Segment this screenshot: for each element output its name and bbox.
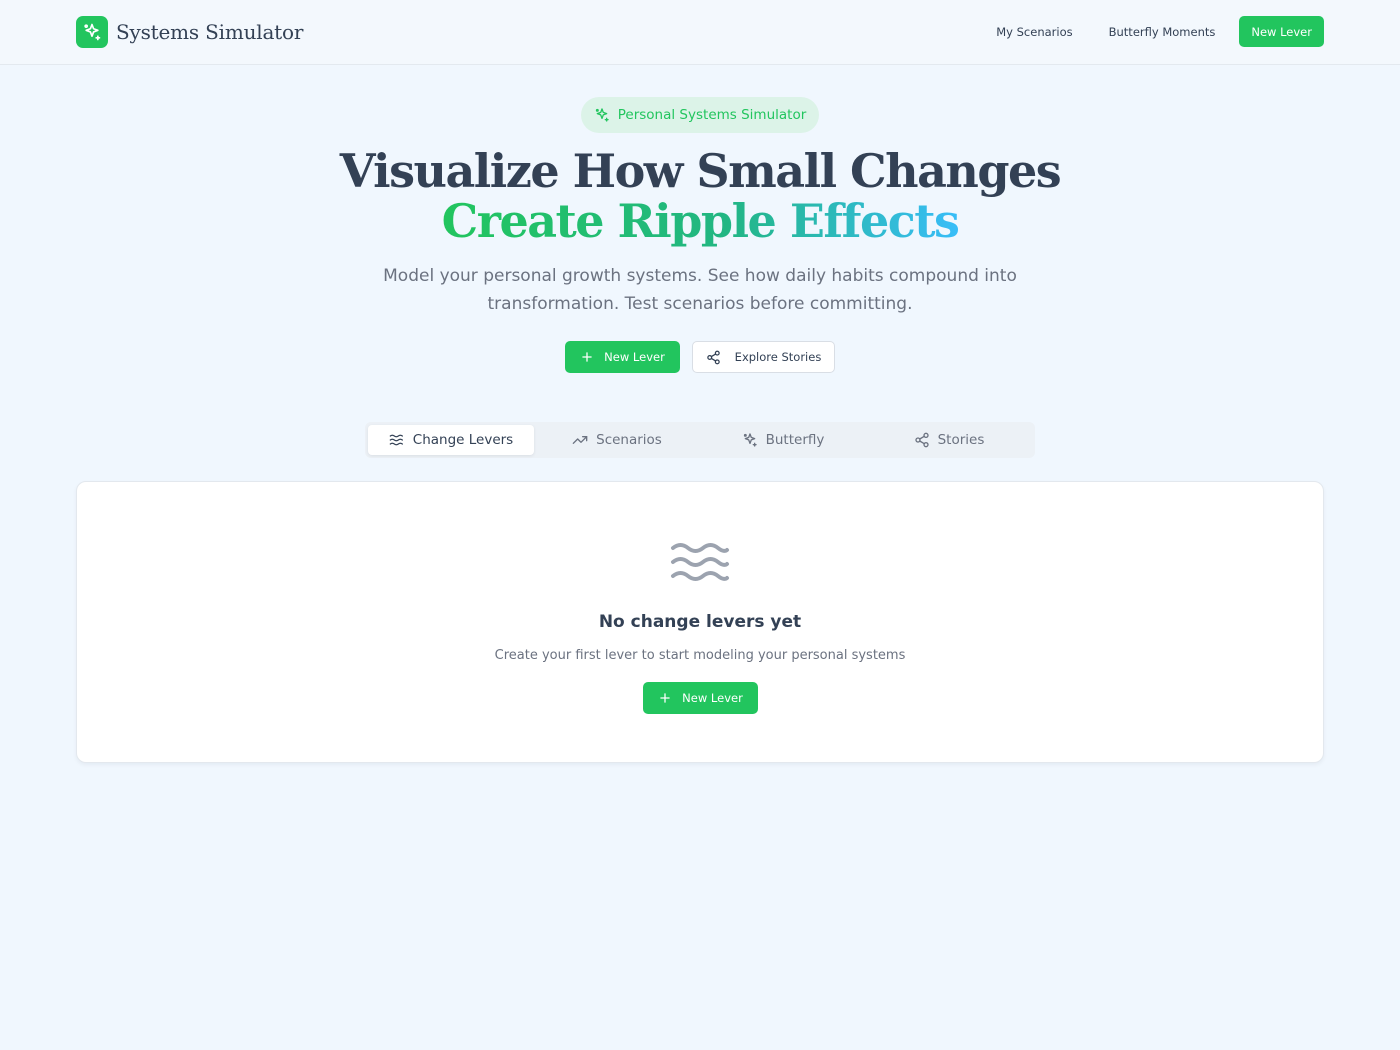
tab-butterfly[interactable]: Butterfly <box>700 425 866 455</box>
plus-icon <box>660 693 670 703</box>
hero-new-lever-button[interactable]: New Lever <box>565 341 680 373</box>
empty-state-new-lever-button[interactable]: New Lever <box>643 682 758 714</box>
hero-badge-label: Personal Systems Simulator <box>617 107 807 123</box>
hero-subtitle: Model your personal growth systems. See … <box>383 266 1017 314</box>
sparkles-icon <box>595 108 609 122</box>
empty-state-new-lever-label: New Lever <box>682 691 743 705</box>
hero-title: Visualize How Small Changes Create Rippl… <box>0 146 1400 246</box>
tab-scenarios[interactable]: Scenarios <box>534 425 700 455</box>
trending-up-icon <box>572 436 588 444</box>
header-nav: My Scenarios Butterfly Moments New Lever <box>978 16 1324 47</box>
share-icon <box>914 432 929 448</box>
hero-new-lever-label: New Lever <box>604 350 665 364</box>
brand[interactable]: Systems Simulator <box>76 16 303 48</box>
explore-stories-label: Explore Stories <box>734 350 822 364</box>
tab-change-levers-label: Change Levers <box>412 432 514 448</box>
tab-stories[interactable]: Stories <box>866 425 1032 455</box>
nav-my-scenarios[interactable]: My Scenarios <box>978 16 1090 47</box>
top-navigation-bar: Systems Simulator My Scenarios Butterfly… <box>0 0 1400 65</box>
tab-butterfly-label: Butterfly <box>765 432 825 448</box>
app-name: Systems Simulator <box>116 20 304 44</box>
hero-title-line-2: Create Ripple Effects <box>441 194 960 248</box>
explore-stories-button[interactable]: Explore Stories <box>692 341 835 373</box>
empty-state-subtitle: Create your first lever to start modelin… <box>494 648 906 663</box>
tab-change-levers[interactable]: Change Levers <box>368 425 534 455</box>
waves-icon <box>389 434 403 446</box>
share-icon <box>706 350 720 364</box>
sparkles-icon <box>743 433 757 447</box>
hero-actions: New Lever Explore Stories <box>0 341 1400 373</box>
tab-scenarios-label: Scenarios <box>596 432 662 448</box>
section-tabs: Change Levers Scenarios Butterfly Storie… <box>365 422 1035 458</box>
plus-icon <box>582 352 592 362</box>
header-new-lever-button[interactable]: New Lever <box>1239 16 1324 47</box>
sparkles-icon <box>76 16 108 48</box>
empty-state-title: No change levers yet <box>598 612 802 632</box>
waves-icon <box>671 543 729 581</box>
hero-title-line-1: Visualize How Small Changes <box>339 144 1062 198</box>
nav-butterfly-moments[interactable]: Butterfly Moments <box>1091 16 1234 47</box>
tab-stories-label: Stories <box>937 432 985 448</box>
hero-badge: Personal Systems Simulator <box>581 97 819 133</box>
levers-panel: No change levers yet Create your first l… <box>76 481 1324 763</box>
